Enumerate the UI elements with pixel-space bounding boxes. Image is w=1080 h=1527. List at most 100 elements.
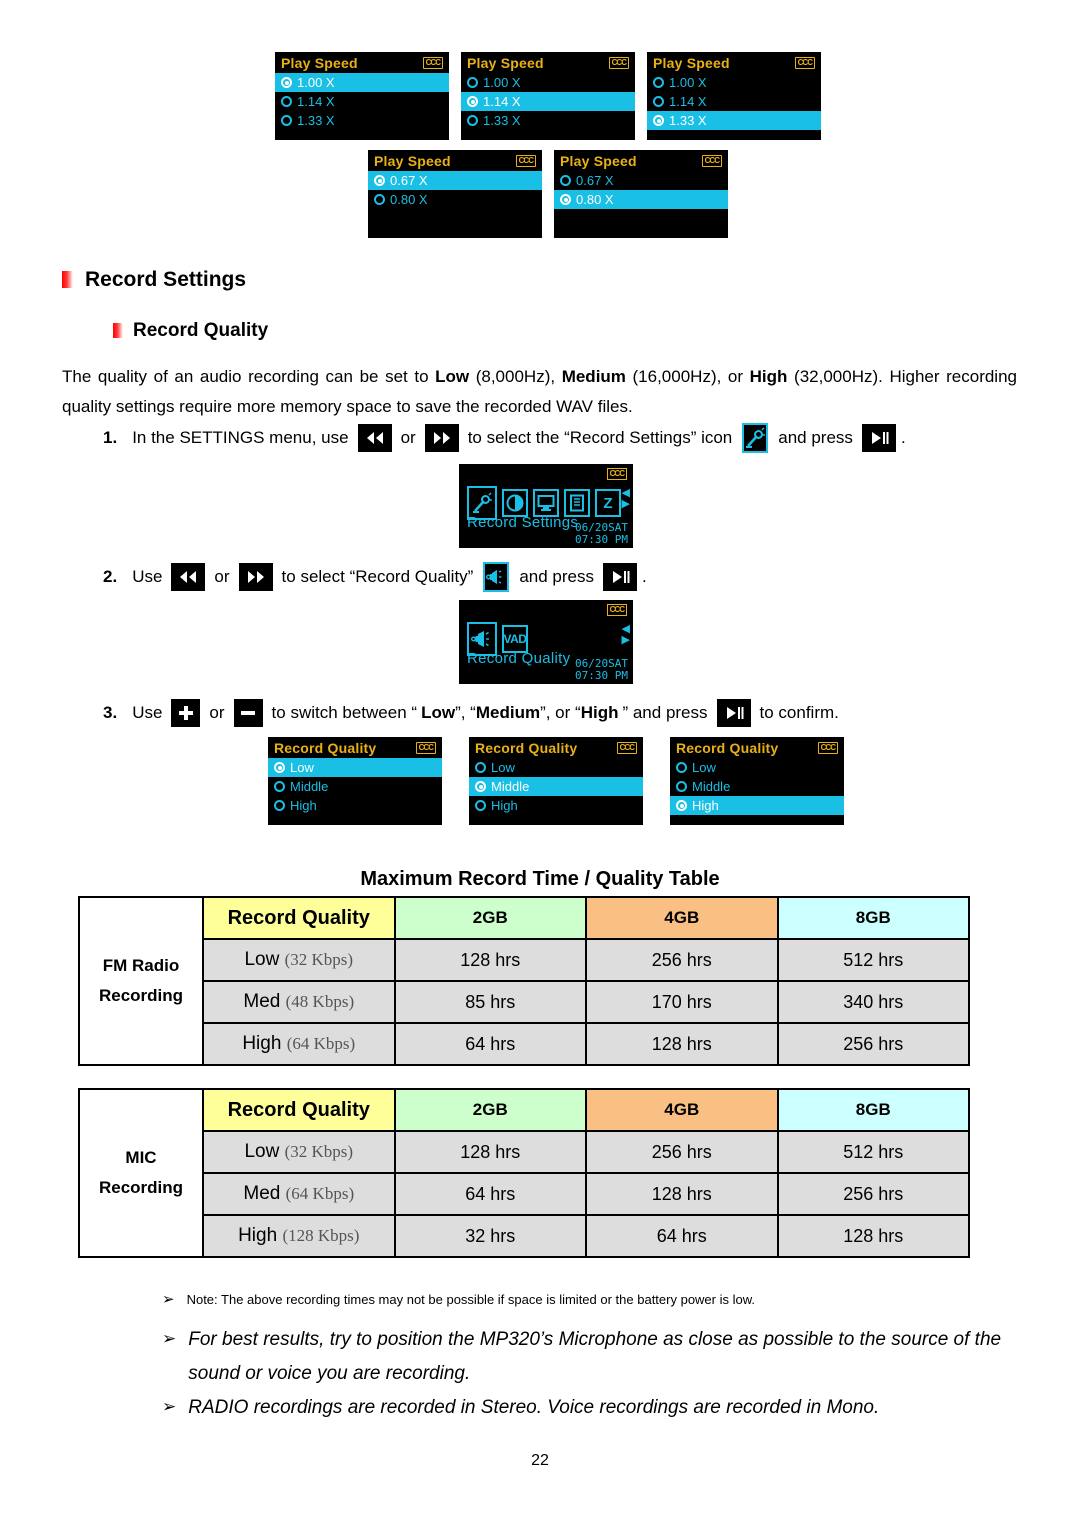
lcd-option-row[interactable]: 1.00 X — [461, 73, 635, 92]
play-pause-button-icon[interactable] — [603, 563, 638, 591]
record-quality-speaker-icon — [483, 562, 510, 592]
mic-quality-low-bitrate: (32 Kbps) — [284, 1142, 354, 1161]
play-speed-screen-5: Play Speed CCC 0.67 X 0.80 X — [554, 150, 728, 238]
file-music-icon[interactable] — [564, 489, 590, 517]
fm-header-4gb: 4GB — [585, 896, 779, 940]
note-1-text: Note: The above recording times may not … — [186, 1292, 756, 1307]
subsection-heading-record-quality: Record Quality — [113, 320, 268, 342]
lcd-option-row[interactable]: Middle — [268, 777, 442, 796]
prev-button-icon[interactable] — [357, 424, 392, 452]
fm-med-2gb: 85 hrs — [393, 980, 587, 1024]
table-row: MIC Recording Record Quality 2GB 4GB 8GB — [78, 1088, 970, 1258]
lcd-option-label: High — [290, 798, 317, 813]
mic-high-2gb: 32 hrs — [393, 1214, 587, 1258]
next-button-icon[interactable] — [424, 424, 459, 452]
lcd-option-row[interactable]: 1.33 X — [275, 111, 449, 130]
settings-menu-time: 07:30 PM — [575, 533, 628, 546]
table-row: Med (64 Kbps) 64 hrs 128 hrs 256 hrs — [79, 1172, 970, 1216]
contrast-icon[interactable] — [502, 489, 528, 517]
mic-med-4gb: 128 hrs — [585, 1172, 779, 1216]
fm-quality-med-bitrate: (48 Kbps) — [285, 992, 355, 1011]
lcd-title-text: Play Speed — [467, 55, 544, 71]
cc-badge-icon: CCC — [608, 57, 629, 69]
fm-header-record-quality: Record Quality — [202, 896, 396, 940]
lcd-option-row[interactable]: 1.00 X — [647, 73, 821, 92]
lcd-option-label: Low — [290, 760, 314, 775]
lcd-option-row[interactable]: Middle — [469, 777, 643, 796]
lcd-option-label: 0.80 X — [390, 192, 428, 207]
lcd-option-label: High — [491, 798, 518, 813]
lcd-option-row[interactable]: 0.80 X — [554, 190, 728, 209]
lcd-option-label: 0.80 X — [576, 192, 614, 207]
play-pause-button-icon[interactable] — [861, 424, 896, 452]
red-bullet-icon — [62, 271, 73, 288]
lcd-option-row[interactable]: 0.80 X — [368, 190, 542, 209]
lcd-title-text: Record Quality — [274, 740, 377, 756]
play-speed-screen-4: Play Speed CCC 0.67 X 0.80 X — [368, 150, 542, 238]
lcd-option-row[interactable]: Low — [268, 758, 442, 777]
next-button-icon[interactable] — [238, 563, 273, 591]
radio-icon — [274, 781, 285, 792]
lcd-option-label: Low — [491, 760, 515, 775]
lcd-option-row[interactable]: Low — [670, 758, 844, 777]
play-speed-screen-2: Play Speed CCC 1.00 X 1.14 X 1.33 X — [461, 52, 635, 140]
fm-radio-row-header: FM Radio Recording — [78, 896, 204, 1066]
fm-quality-med: Med (48 Kbps) — [202, 980, 396, 1024]
intro-low-emphasis: Low — [435, 367, 470, 386]
lcd-option-label: 1.14 X — [669, 94, 707, 109]
vad-icon[interactable]: VAD — [502, 625, 528, 653]
plus-button-icon[interactable] — [171, 699, 201, 727]
table-row: Med (48 Kbps) 85 hrs 170 hrs 340 hrs — [79, 980, 970, 1024]
cc-badge-icon: CCC — [817, 742, 838, 754]
lcd-option-row[interactable]: Middle — [670, 777, 844, 796]
table-row: High (64 Kbps) 64 hrs 128 hrs 256 hrs — [79, 1022, 970, 1066]
lcd-option-row[interactable]: 1.33 X — [461, 111, 635, 130]
lcd-option-row[interactable]: 1.33 X — [647, 111, 821, 130]
step-3-text-1: Use — [132, 703, 163, 722]
record-settings-mic-icon — [742, 423, 769, 453]
lcd-option-row[interactable]: 1.14 X — [275, 92, 449, 111]
lcd-option-row[interactable]: 1.00 X — [275, 73, 449, 92]
note-item-1: ➢ Note: The above recording times may no… — [162, 1290, 1012, 1310]
cc-badge-icon: CCC — [515, 155, 536, 167]
play-pause-button-icon[interactable] — [716, 699, 751, 727]
radio-icon — [274, 762, 285, 773]
lcd-option-row[interactable]: 1.14 X — [647, 92, 821, 111]
lcd-option-row[interactable]: 0.67 X — [554, 171, 728, 190]
sleep-z-icon[interactable]: Z — [595, 489, 621, 517]
step-1-number: 1. — [103, 428, 118, 447]
lcd-option-row[interactable]: High — [670, 796, 844, 815]
fm-quality-high: High (64 Kbps) — [202, 1022, 396, 1066]
cc-badge-icon: CCC — [616, 742, 637, 754]
lcd-option-row[interactable]: Low — [469, 758, 643, 777]
lcd-title-bar: Play Speed CCC — [275, 52, 449, 73]
step-3-text-2: or — [209, 703, 225, 722]
prev-button-icon[interactable] — [171, 563, 206, 591]
section-heading-record-settings: Record Settings — [62, 268, 246, 292]
lcd-title-text: Play Speed — [374, 153, 451, 169]
radio-icon — [676, 781, 687, 792]
mic-header-2gb: 2GB — [393, 1088, 587, 1132]
record-quality-menu-time: 07:30 PM — [575, 669, 628, 682]
table-row: FM Radio Recording Record Quality 2GB 4G… — [78, 896, 970, 1066]
lcd-option-row[interactable]: 0.67 X — [368, 171, 542, 190]
lcd-option-row[interactable]: High — [469, 796, 643, 815]
monitor-icon[interactable] — [533, 489, 559, 517]
step-3-medium-emphasis: Medium — [475, 703, 541, 722]
step-2-text-1: Use — [132, 567, 163, 586]
intro-medium-hz: (16,000Hz), or — [625, 367, 750, 386]
radio-icon — [676, 800, 687, 811]
mic-quality-high-bitrate: (128 Kbps) — [282, 1226, 360, 1245]
mic-quality-med: Med (64 Kbps) — [202, 1172, 396, 1216]
intro-text-part1: The quality of an audio recording can be… — [62, 367, 436, 386]
table-row: Low (32 Kbps) 128 hrs 256 hrs 512 hrs — [79, 1130, 970, 1174]
step-3-text-6: ” and press — [622, 703, 708, 722]
lcd-title-bar: Record Quality CCC — [670, 737, 844, 758]
play-speed-screens-bottom-row: Play Speed CCC 0.67 X 0.80 X Play Speed … — [368, 150, 728, 238]
lcd-option-row[interactable]: High — [268, 796, 442, 815]
lcd-option-row[interactable]: 1.14 X — [461, 92, 635, 111]
minus-button-icon[interactable] — [233, 699, 263, 727]
lcd-option-label: Middle — [692, 779, 731, 794]
radio-icon — [653, 77, 664, 88]
arrow-bullet-icon: ➢ — [162, 1397, 177, 1416]
